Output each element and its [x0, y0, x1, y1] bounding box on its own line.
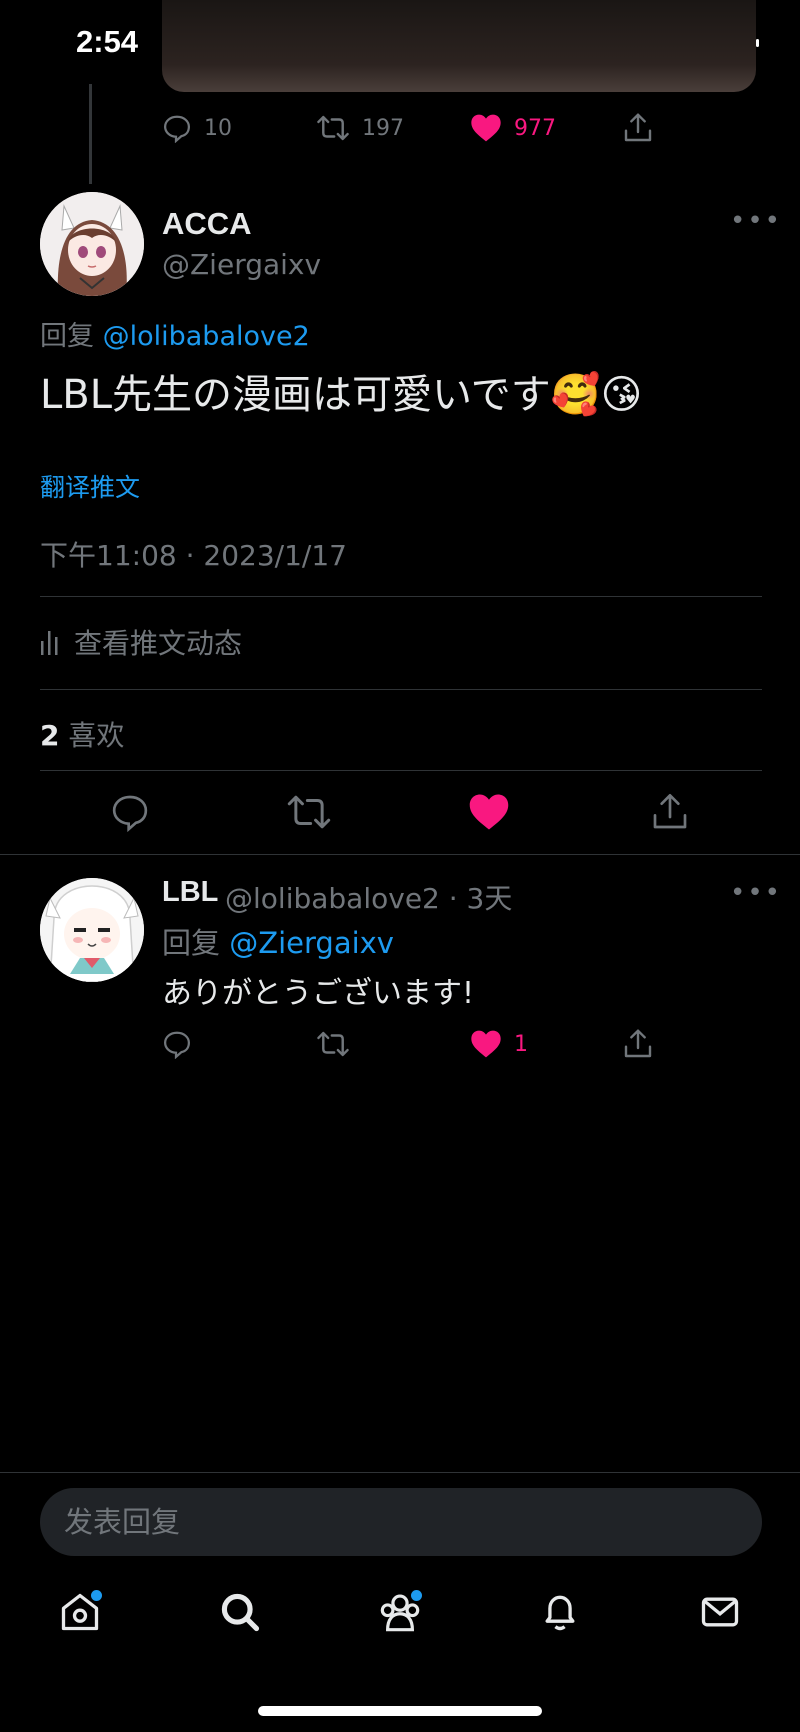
- status-time: 2:54: [76, 24, 139, 59]
- analytics-icon: [41, 631, 58, 655]
- retweet-icon: [317, 115, 349, 141]
- reply-mention-link[interactable]: @lolibabalove2: [103, 321, 310, 352]
- avatar-image: [40, 192, 144, 296]
- reply-avatar-image: [40, 878, 144, 982]
- main-tweet-actions: [0, 792, 800, 842]
- retweet-action[interactable]: 197: [316, 113, 404, 143]
- reply-tweet-actions: 1: [162, 1024, 762, 1064]
- reply-button[interactable]: [110, 792, 150, 836]
- share-icon: [653, 794, 687, 829]
- share-action[interactable]: [622, 112, 654, 144]
- reply-avatar[interactable]: [40, 878, 144, 982]
- tweet-text: LBL先生の漫画は可愛いです🥰😘: [40, 372, 643, 418]
- reply-input[interactable]: [40, 1488, 762, 1556]
- mail-icon: [701, 1597, 739, 1627]
- likes-label: 喜欢: [68, 719, 125, 752]
- reply-author-handle-time[interactable]: @lolibabalove2 · 3天: [225, 877, 512, 917]
- reply-icon: [112, 795, 148, 833]
- tab-messages[interactable]: [690, 1582, 750, 1642]
- like-action[interactable]: 1: [470, 1029, 528, 1059]
- author-name[interactable]: ACCA: [162, 206, 252, 242]
- avatar[interactable]: [40, 192, 144, 296]
- reply-count: 10: [204, 115, 232, 141]
- tweet-timestamp[interactable]: 下午11:08 · 2023/1/17: [40, 534, 347, 574]
- divider: [40, 770, 762, 771]
- tab-notifications[interactable]: [530, 1582, 590, 1642]
- reply-author-name[interactable]: LBL: [162, 876, 218, 909]
- reply-to-line: 回复 @Ziergaixv: [162, 920, 394, 962]
- retweet-icon: [287, 795, 331, 829]
- share-button[interactable]: [650, 792, 690, 836]
- retweet-button[interactable]: [286, 792, 332, 836]
- like-count: 1: [514, 1031, 528, 1057]
- notification-dot: [411, 1590, 422, 1601]
- view-tweet-analytics[interactable]: 查看推文动态: [40, 622, 242, 662]
- divider: [0, 854, 800, 855]
- like-action[interactable]: 977: [470, 113, 556, 143]
- heart-filled-icon: [471, 114, 501, 142]
- reply-prefix: 回复: [162, 926, 221, 960]
- divider: [0, 1472, 800, 1473]
- reply-prefix: 回复: [40, 321, 94, 352]
- author-handle[interactable]: @Ziergaixv: [162, 248, 321, 281]
- like-button[interactable]: [468, 792, 510, 836]
- like-count: 977: [514, 115, 556, 141]
- thread-line: [89, 84, 92, 184]
- retweet-icon: [317, 1031, 349, 1057]
- notification-dot: [91, 1590, 102, 1601]
- reply-icon: [163, 1031, 191, 1059]
- divider: [40, 596, 762, 597]
- more-options-icon[interactable]: •••: [730, 206, 782, 236]
- likes-summary[interactable]: 2 喜欢: [40, 714, 124, 754]
- tab-search[interactable]: [210, 1582, 270, 1642]
- reply-icon: [163, 115, 191, 143]
- retweet-count: 197: [362, 115, 404, 141]
- previous-tweet-media[interactable]: [162, 0, 756, 92]
- heart-filled-icon: [471, 1030, 501, 1058]
- bell-icon: [545, 1595, 575, 1631]
- likes-number: 2: [40, 719, 60, 752]
- reply-to-line: 回复 @lolibabalove2: [40, 314, 310, 353]
- heart-filled-icon: [469, 794, 509, 830]
- reply-action[interactable]: 10: [162, 113, 232, 143]
- reply-action[interactable]: [162, 1029, 192, 1059]
- tab-communities[interactable]: [370, 1582, 430, 1642]
- translate-tweet-link[interactable]: 翻译推文: [40, 468, 140, 504]
- search-icon: [221, 1593, 260, 1632]
- analytics-label: 查看推文动态: [74, 627, 243, 660]
- reply-mention-link[interactable]: @Ziergaixv: [229, 926, 394, 960]
- tab-home[interactable]: [50, 1582, 110, 1642]
- share-icon: [624, 1029, 652, 1058]
- previous-tweet-actions: 10 197 977: [162, 108, 762, 148]
- share-action[interactable]: [622, 1028, 654, 1060]
- retweet-action[interactable]: [316, 1029, 350, 1059]
- reply-composer[interactable]: [40, 1488, 762, 1556]
- home-indicator[interactable]: [258, 1706, 542, 1716]
- bottom-tab-bar: [0, 1582, 800, 1662]
- divider: [40, 689, 762, 690]
- reply-text: ありがとうございます!: [162, 976, 475, 1011]
- more-options-icon[interactable]: •••: [730, 878, 782, 908]
- share-icon: [624, 113, 652, 142]
